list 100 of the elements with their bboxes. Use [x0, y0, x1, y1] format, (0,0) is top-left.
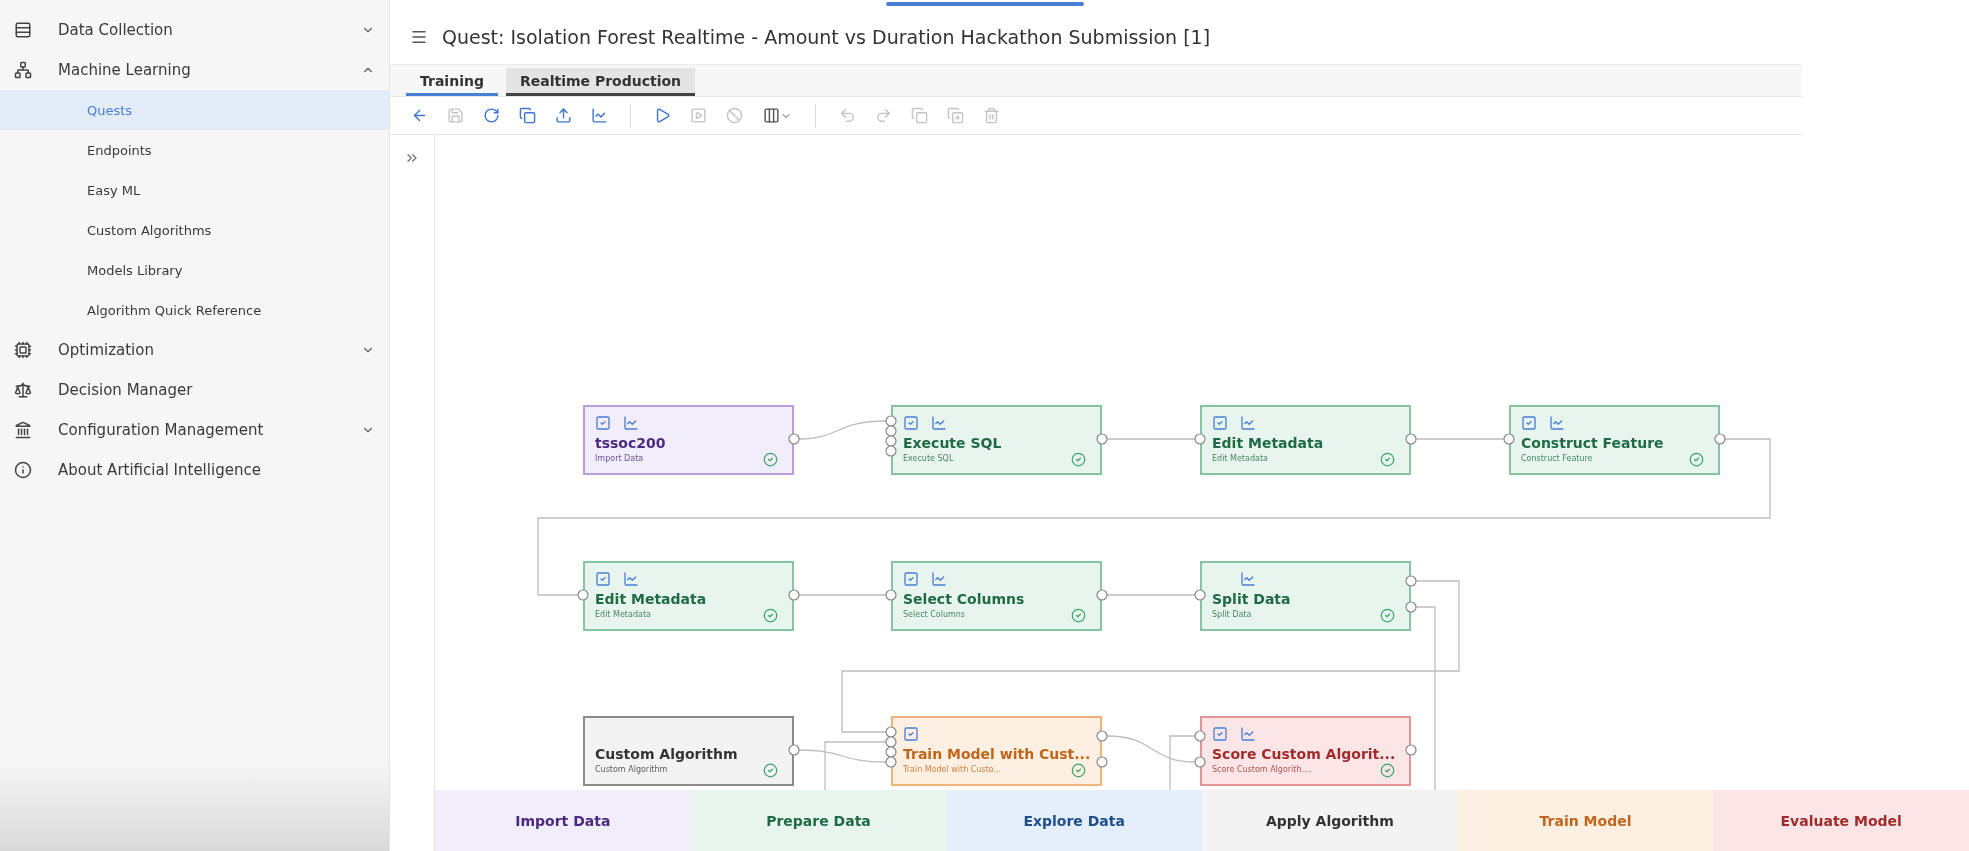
sidebar-item[interactable]: About Artificial Intelligence	[0, 450, 389, 490]
node-subtitle: Custom Algorithm	[595, 765, 669, 774]
copy-plus-icon	[946, 107, 964, 124]
node-subtitle: Edit Metadata	[1212, 454, 1269, 463]
edit-icon[interactable]	[595, 415, 611, 431]
edit-icon[interactable]	[1212, 726, 1228, 742]
workflow-node[interactable]: Execute SQL Execute SQL	[891, 405, 1102, 475]
input-port[interactable]	[885, 589, 897, 601]
output-port[interactable]	[788, 744, 800, 756]
output-port[interactable]	[1096, 756, 1108, 768]
chart-icon[interactable]	[931, 415, 947, 431]
output-port[interactable]	[788, 589, 800, 601]
input-port[interactable]	[885, 415, 897, 427]
node-title: Train Model with Cust...	[903, 746, 1090, 762]
chart-icon[interactable]	[623, 415, 639, 431]
chip-icon	[14, 341, 32, 359]
sidebar-item[interactable]: Optimization	[0, 330, 389, 370]
input-port[interactable]	[885, 756, 897, 768]
node-title: Custom Algorithm	[595, 746, 739, 762]
node-title: tssoc200	[595, 435, 667, 451]
sidebar-subitem[interactable]: Custom Algorithms	[0, 210, 389, 250]
output-port[interactable]	[1405, 433, 1417, 445]
workflow-node[interactable]: Train Model with Cust... Train Model with Custo...	[891, 716, 1102, 786]
input-port[interactable]	[1194, 730, 1206, 742]
input-port[interactable]	[1194, 756, 1206, 768]
node-title: Execute SQL	[903, 435, 1003, 451]
edit-icon[interactable]	[903, 726, 919, 742]
legend-item: Prepare Data	[690, 790, 947, 851]
input-port[interactable]	[1194, 589, 1206, 601]
chart-icon[interactable]	[1240, 415, 1256, 431]
node-subtitle: Select Columns	[903, 610, 967, 619]
chart-icon[interactable]	[1240, 726, 1256, 742]
sidebar-item[interactable]: Configuration Management	[0, 410, 389, 450]
sidebar-item[interactable]: Decision Manager	[0, 370, 389, 410]
legend-item: Explore Data	[946, 790, 1202, 851]
table-icon	[14, 21, 32, 39]
edit-icon[interactable]	[1521, 415, 1537, 431]
copy-icon	[518, 107, 536, 124]
chart-icon[interactable]	[1549, 415, 1565, 431]
input-port[interactable]	[1194, 433, 1206, 445]
node-subtitle: Score Custom Algorith....	[1212, 765, 1313, 774]
sidebar-subitem[interactable]: Algorithm Quick Reference	[0, 290, 389, 330]
output-port[interactable]	[1405, 601, 1417, 613]
columns-icon	[762, 107, 780, 124]
output-port[interactable]	[1096, 433, 1108, 445]
input-port[interactable]	[885, 425, 897, 437]
node-title: Score Custom Algorit...	[1212, 746, 1397, 762]
input-port[interactable]	[885, 445, 897, 457]
node-title: Edit Metadata	[595, 591, 708, 607]
workflow-node[interactable]: Construct Feature Construct Feature	[1509, 405, 1720, 475]
menu-icon[interactable]	[410, 28, 428, 46]
workflow-node[interactable]: Edit Metadata Edit Metadata	[583, 561, 794, 631]
legend-item: Train Model	[1457, 790, 1714, 851]
node-title: Split Data	[1212, 591, 1292, 607]
workflow-node[interactable]: Score Custom Algorit... Score Custom Algorith....	[1200, 716, 1411, 786]
legend-item: Apply Algorithm	[1202, 790, 1458, 851]
page-title: Quest: Isolation Forest Realtime - Amount vs Duration Hackathon Submission [1]	[442, 26, 1211, 48]
input-port[interactable]	[885, 435, 897, 447]
scale-icon	[14, 381, 32, 399]
tab[interactable]: Training	[406, 68, 498, 96]
output-port[interactable]	[1714, 433, 1726, 445]
output-port[interactable]	[788, 433, 800, 445]
sidebar-item[interactable]: Data Collection	[0, 10, 389, 50]
line-chart-icon	[590, 107, 608, 124]
input-port[interactable]	[885, 726, 897, 738]
workflow-node[interactable]: Select Columns Select Columns	[891, 561, 1102, 631]
input-port[interactable]	[885, 736, 897, 748]
workflow-node[interactable]: tssoc200 Import Data	[583, 405, 794, 475]
output-port[interactable]	[1405, 575, 1417, 587]
sidebar-subitem[interactable]: Models Library	[0, 250, 389, 290]
sidebar-item[interactable]: Machine Learning	[0, 50, 389, 90]
sidebar-subitem[interactable]: Endpoints	[0, 130, 389, 170]
chart-icon[interactable]	[931, 571, 947, 587]
refresh-icon	[482, 107, 500, 124]
workflow-node[interactable]: Split Data Split Data	[1200, 561, 1411, 631]
edit-icon[interactable]	[595, 571, 611, 587]
trash-icon	[982, 107, 1000, 124]
chart-icon[interactable]	[623, 571, 639, 587]
edit-icon[interactable]	[903, 571, 919, 587]
tab[interactable]: Realtime Production	[505, 68, 696, 96]
output-port[interactable]	[1405, 744, 1417, 756]
bank-icon	[14, 421, 32, 439]
node-title: Select Columns	[903, 591, 1026, 607]
node-title: Edit Metadata	[1212, 435, 1325, 451]
workflow-node[interactable]: Custom Algorithm Custom Algorithm	[583, 716, 794, 786]
undo-icon	[838, 107, 856, 124]
workflow-node[interactable]: Edit Metadata Edit Metadata	[1200, 405, 1411, 475]
edit-icon[interactable]	[903, 415, 919, 431]
node-title: Construct Feature	[1521, 435, 1665, 451]
ban-icon	[725, 107, 743, 124]
input-port[interactable]	[577, 589, 589, 601]
upload-icon	[554, 107, 572, 124]
output-port[interactable]	[1096, 730, 1108, 742]
legend-item: Import Data	[435, 790, 691, 851]
input-port[interactable]	[885, 746, 897, 758]
output-port[interactable]	[1096, 589, 1108, 601]
input-port[interactable]	[1503, 433, 1515, 445]
edit-icon[interactable]	[1212, 415, 1228, 431]
sidebar-subitem[interactable]: Easy ML	[0, 170, 389, 210]
chart-icon[interactable]	[1240, 571, 1256, 587]
